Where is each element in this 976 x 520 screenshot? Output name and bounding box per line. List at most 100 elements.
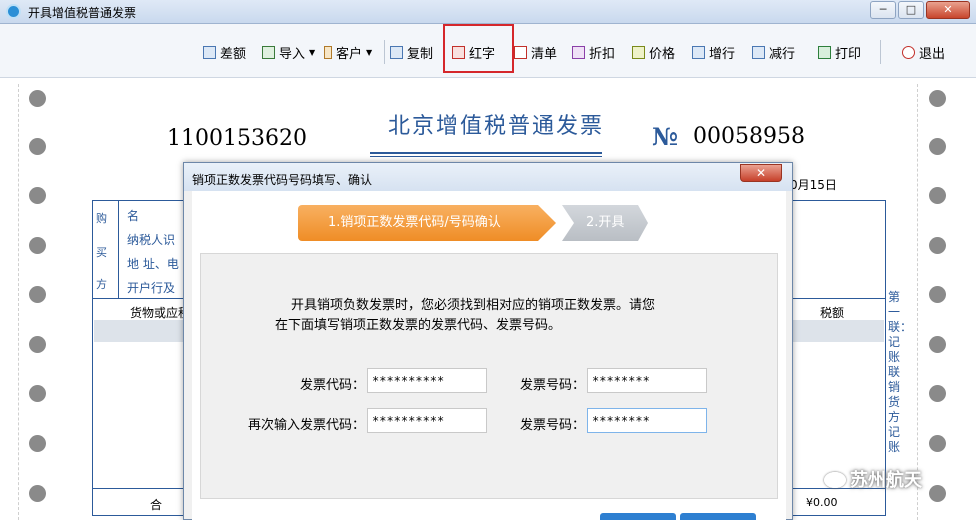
discount-button[interactable]: 折扣: [572, 42, 615, 62]
tractor-hole: [29, 138, 46, 155]
toolbar-label: 客户: [336, 46, 363, 62]
watermark: 苏州航天: [824, 466, 922, 492]
buyer-label-char: 购: [96, 212, 107, 225]
remove-row-icon: [752, 45, 765, 59]
buyer-label-char: 方: [96, 278, 107, 291]
close-window-button[interactable]: ✕: [926, 1, 970, 19]
tractor-hole: [29, 237, 46, 254]
buyer-section-label: 购 买 方: [96, 208, 114, 296]
tractor-hole: [29, 336, 46, 353]
dialog-body: 1.销项正数发票代码/号码确认 2.开具 开具销项负数发票时，您必须找到相对应的…: [192, 191, 786, 520]
cancel-button[interactable]: [680, 513, 756, 520]
next-button[interactable]: [600, 513, 676, 520]
app-window: 开具增值税普通发票 ─ □ ✕ 差额 导入 ▼ 客户 ▼ 复制 红字 清单 折扣 价…: [0, 0, 976, 520]
number-mark: №: [652, 122, 679, 151]
invoice-code-input[interactable]: **********: [367, 368, 487, 393]
minimize-button[interactable]: ─: [870, 1, 896, 19]
tractor-hole: [929, 485, 946, 502]
invoice-code-label: 发票代码：: [299, 378, 365, 393]
copy-icon: [390, 45, 403, 59]
instruction-line-2: 在下面填写销项正数发票的发票代码、发票号码。: [275, 318, 562, 333]
tax-column-header: 税额: [820, 306, 845, 320]
tractor-hole: [929, 385, 946, 402]
remove-row-button[interactable]: 减行: [752, 42, 795, 62]
confirm-number-input[interactable]: ********: [587, 408, 707, 433]
invoice-number: 00058958: [693, 124, 805, 149]
list-button[interactable]: 清单: [514, 42, 557, 62]
copy-button[interactable]: 复制: [390, 42, 433, 62]
watermark-text: 苏州航天: [850, 470, 922, 491]
customer-button[interactable]: 客户 ▼: [324, 42, 372, 62]
import-button[interactable]: 导入 ▼: [262, 42, 315, 62]
wechat-icon: [824, 472, 846, 488]
price-button[interactable]: 价格: [632, 42, 675, 62]
toolbar-label: 清单: [531, 46, 558, 62]
customer-icon: [324, 45, 332, 59]
invoice-date: 0月15日: [790, 178, 837, 192]
copy-stub-text: 第一联：记账联 销货方记账: [888, 290, 913, 454]
tractor-hole: [929, 187, 946, 204]
toolbar-label: 复制: [407, 46, 434, 62]
tractor-hole: [29, 485, 46, 502]
discount-icon: [572, 45, 585, 59]
tractor-hole: [929, 237, 946, 254]
confirm-dialog: 销项正数发票代码号码填写、确认 ✕ 1.销项正数发票代码/号码确认 2.开具 开…: [183, 162, 793, 520]
exit-button[interactable]: 退出: [902, 42, 945, 62]
power-icon: [902, 45, 915, 59]
toolbar-label: 导入: [279, 46, 306, 62]
tractor-hole: [29, 286, 46, 303]
toolbar-label: 差额: [220, 46, 247, 62]
dropdown-arrow-icon: ▼: [309, 47, 316, 57]
dialog-title: 销项正数发票代码号码填写、确认: [192, 173, 373, 187]
confirm-number-label: 发票号码：: [519, 418, 585, 433]
tractor-hole: [929, 435, 946, 452]
toolbar-label: 增行: [709, 46, 736, 62]
dialog-close-button[interactable]: ✕: [740, 164, 782, 182]
toolbar-label: 打印: [835, 46, 862, 62]
toolbar-label: 折扣: [589, 46, 616, 62]
buyer-label-char: 买: [96, 246, 107, 259]
tractor-hole: [29, 90, 46, 107]
confirm-code-label: 再次输入发票代码：: [247, 418, 365, 433]
diff-amount-icon: [203, 45, 216, 59]
tractor-hole: [29, 385, 46, 402]
add-row-icon: [692, 45, 705, 59]
tractor-hole: [929, 138, 946, 155]
invoice-title: 北京增值税普通发票: [388, 114, 605, 139]
tractor-hole: [929, 336, 946, 353]
import-icon: [262, 45, 275, 59]
tractor-hole: [29, 435, 46, 452]
toolbar-label: 退出: [919, 46, 946, 62]
buyer-bank-label: 开户行及: [127, 281, 176, 295]
list-icon: [514, 45, 527, 59]
goods-column-header: 货物或应税: [130, 306, 191, 320]
dropdown-arrow-icon: ▼: [366, 47, 373, 57]
step-2: 2.开具: [562, 205, 648, 241]
confirm-code-input[interactable]: **********: [367, 408, 487, 433]
input-panel: 开具销项负数发票时，您必须找到相对应的销项正数发票。请您 在下面填写销项正数发票…: [200, 253, 778, 499]
diff-amount-button[interactable]: 差额: [203, 42, 246, 62]
invoice-code: 1100153620: [167, 126, 307, 151]
add-row-button[interactable]: 增行: [692, 42, 735, 62]
print-button[interactable]: 打印: [818, 42, 861, 62]
step-1-active: 1.销项正数发票代码/号码确认: [298, 205, 556, 241]
price-icon: [632, 45, 645, 59]
total-label: 合: [150, 498, 163, 512]
buyer-name-label: 名: [127, 209, 140, 223]
highlight-box: [443, 24, 514, 73]
tractor-hole: [929, 90, 946, 107]
buyer-taxid-label: 纳税人识: [127, 233, 176, 247]
instruction-line-1: 开具销项负数发票时，您必须找到相对应的销项正数发票。请您: [291, 298, 656, 313]
tractor-hole: [29, 187, 46, 204]
title-underline: [370, 156, 602, 157]
invoice-number-input[interactable]: ********: [587, 368, 707, 393]
invoice-number-label: 发票号码：: [519, 378, 585, 393]
title-bar: 开具增值税普通发票 ─ □ ✕: [0, 0, 976, 24]
buyer-address-label: 地 址、电: [127, 257, 179, 271]
app-logo-icon: [6, 4, 21, 19]
grid-line: [118, 200, 119, 298]
maximize-button[interactable]: □: [898, 1, 924, 19]
toolbar-label: 价格: [649, 46, 676, 62]
dialog-title-bar: 销项正数发票代码号码填写、确认 ✕: [184, 163, 792, 191]
total-tax-value: ¥0.00: [806, 496, 838, 509]
